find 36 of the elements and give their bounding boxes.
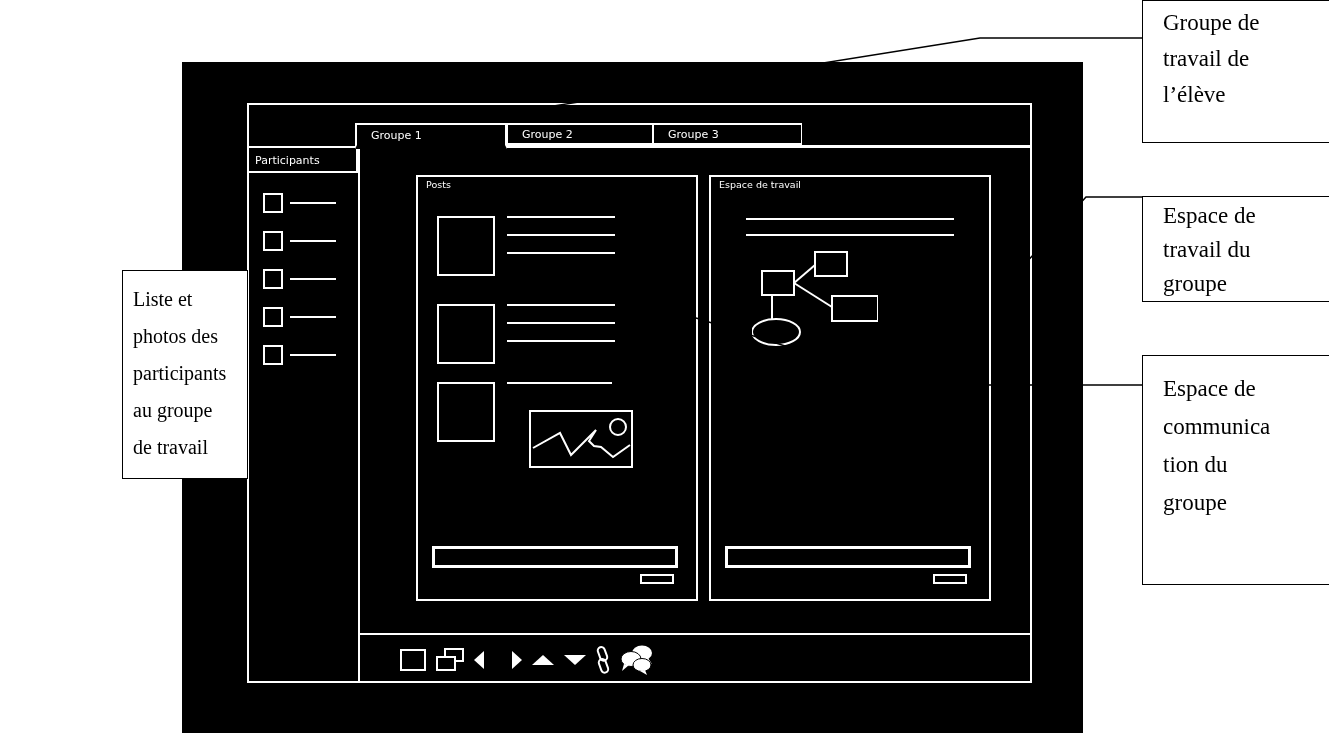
message-input-field[interactable] [432,546,678,568]
window-icon[interactable] [400,649,426,671]
photo-placeholder [263,307,283,327]
sidebar-title: Participants [249,146,358,173]
photo-placeholder [263,345,283,365]
tab[interactable]: Groupe 1 [355,123,507,149]
annotation-note: Espace de travail du groupe [1142,196,1329,302]
annotation-note: Espace de communica tion du groupe [1142,355,1329,585]
photo-placeholder [437,216,495,276]
right-arrow-icon[interactable] [512,651,522,669]
up-arrow-icon[interactable] [532,655,554,665]
tab[interactable]: Groupe 2 [507,123,653,145]
panel-title: Espace de travail [718,178,802,192]
windows-icon[interactable] [436,648,464,672]
annotation-note: Liste et photos des participants au groupe de travail [122,270,248,479]
name-line [290,278,336,280]
send-button[interactable] [640,574,674,584]
photo-placeholder [437,304,495,364]
panel-title: Posts [425,178,452,192]
photo-placeholder [263,231,283,251]
photo-placeholder [263,269,283,289]
name-line [290,240,336,242]
send-button[interactable] [933,574,967,584]
photo-placeholder [263,193,283,213]
chain-link-icon[interactable] [596,646,610,674]
tab[interactable]: Groupe 3 [653,123,802,145]
photo-placeholder [437,382,495,442]
speech-bubbles-icon[interactable] [620,644,654,676]
name-line [290,354,336,356]
down-arrow-icon[interactable] [564,655,586,665]
annotation-note: Groupe de travail de l’élève [1142,0,1329,143]
name-line [290,202,336,204]
image-icon [529,410,633,468]
name-line [290,316,336,318]
message-input-field[interactable] [725,546,971,568]
left-arrow-icon[interactable] [474,651,484,669]
